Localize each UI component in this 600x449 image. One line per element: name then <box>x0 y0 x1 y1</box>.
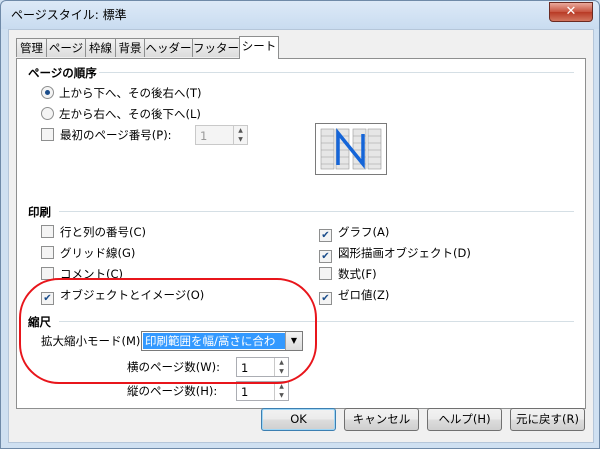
scale-mode-value: 印刷範囲を幅/高さに合わせる <box>143 333 285 364</box>
tab-footer[interactable]: フッター <box>192 38 240 57</box>
radio-icon[interactable] <box>41 107 54 120</box>
radio-left-right[interactable]: 左から右へ、その後下へ(L) <box>41 107 201 121</box>
cancel-button[interactable]: キャンセル <box>344 408 419 431</box>
spin-down-icon[interactable]: ▼ <box>275 367 288 376</box>
first-page-number-stepper[interactable]: 1 ▲ ▼ <box>195 125 248 145</box>
tab-page[interactable]: ページ <box>46 38 86 57</box>
check-comments[interactable]: コメント(C) <box>41 267 123 281</box>
checkbox-checked-icon[interactable]: ✔ <box>319 250 332 263</box>
width-pages-label: 横のページ数(W): <box>127 360 220 374</box>
scale-mode-select[interactable]: 印刷範囲を幅/高さに合わせる ▼ <box>141 331 303 364</box>
close-button[interactable]: ✕ <box>549 2 593 22</box>
check-grid[interactable]: グリッド線(G) <box>41 246 135 260</box>
tab-header[interactable]: ヘッダー <box>144 38 193 57</box>
checkbox-checked-icon[interactable]: ✔ <box>319 292 332 305</box>
radio-top-down[interactable]: 上から下へ、その後右へ(T) <box>41 86 202 100</box>
title-bar: ページスタイル: 標準 ✕ <box>1 1 599 27</box>
checkbox-icon[interactable] <box>41 225 54 238</box>
height-pages-label: 縦のページ数(H): <box>127 384 218 398</box>
spin-down-icon[interactable]: ▼ <box>234 135 247 144</box>
spin-up-icon[interactable]: ▲ <box>234 126 247 135</box>
divider <box>59 321 574 322</box>
help-button[interactable]: ヘルプ(H) <box>427 408 502 431</box>
divider <box>59 211 574 212</box>
check-formulas[interactable]: 数式(F) <box>319 267 377 281</box>
checkbox-icon[interactable] <box>41 246 54 259</box>
checkbox-icon[interactable] <box>41 267 54 280</box>
chevron-down-icon[interactable]: ▼ <box>285 332 302 350</box>
reset-button[interactable]: 元に戻す(R) <box>510 408 585 431</box>
width-pages-stepper[interactable]: 1 ▲ ▼ <box>236 357 289 377</box>
page-order-preview-icon <box>315 123 387 202</box>
checkbox-checked-icon[interactable]: ✔ <box>41 292 54 305</box>
tab-organizer[interactable]: 管理 <box>16 38 47 57</box>
check-drawing-objects[interactable]: ✔ 図形描画オブジェクト(D) <box>319 246 471 263</box>
print-heading: 印刷 <box>28 205 51 219</box>
check-row-col-headers[interactable]: 行と列の番号(C) <box>41 225 146 239</box>
sheet-tab-panel: ページの順序 上から下へ、その後右へ(T) 左から右へ、その後下へ(L) 最初の… <box>16 58 586 409</box>
divider <box>99 72 574 73</box>
check-zero-values[interactable]: ✔ ゼロ値(Z) <box>319 288 389 305</box>
checkbox-icon[interactable] <box>41 128 54 141</box>
checkbox-icon[interactable] <box>319 267 332 280</box>
tab-sheet[interactable]: シート <box>239 36 279 59</box>
radio-selected-icon[interactable] <box>41 86 54 99</box>
tab-borders[interactable]: 枠線 <box>85 38 116 57</box>
scale-mode-label: 拡大縮小モード(M) <box>41 334 141 348</box>
ok-button[interactable]: OK <box>261 408 336 431</box>
spin-up-icon[interactable]: ▲ <box>275 358 288 367</box>
page-order-heading: ページの順序 <box>28 66 97 80</box>
window-title: ページスタイル: 標準 <box>11 8 127 22</box>
first-page-number-option[interactable]: 最初のページ番号(P): <box>41 128 172 142</box>
dialog-body: 管理 ページ 枠線 背景 ヘッダー フッター シート ページの順序 上から下へ、… <box>8 29 594 443</box>
check-objects-images[interactable]: ✔ オブジェクトとイメージ(O) <box>41 288 204 305</box>
check-charts[interactable]: ✔ グラフ(A) <box>319 225 389 242</box>
page-style-dialog: ページスタイル: 標準 ✕ 管理 ページ 枠線 背景 ヘッダー フッター シート… <box>0 0 600 449</box>
scale-heading: 縮尺 <box>28 315 51 329</box>
tab-background[interactable]: 背景 <box>115 38 145 57</box>
spin-up-icon[interactable]: ▲ <box>275 382 288 391</box>
spin-down-icon[interactable]: ▼ <box>275 391 288 400</box>
checkbox-checked-icon[interactable]: ✔ <box>319 229 332 242</box>
height-pages-stepper[interactable]: 1 ▲ ▼ <box>236 381 289 401</box>
